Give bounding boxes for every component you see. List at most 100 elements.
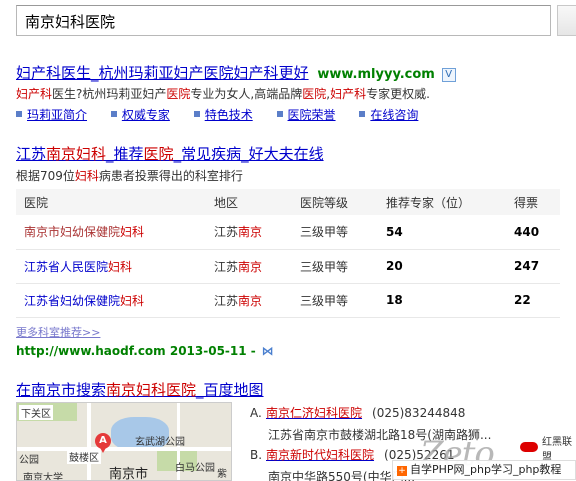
map-road	[87, 403, 91, 480]
hospital-part: 妇科	[120, 293, 145, 308]
map-label: 白马公园	[175, 463, 215, 474]
search-input[interactable]: 南京妇科医院	[16, 5, 551, 36]
title-part: 妇产科	[233, 64, 279, 82]
name-part: 妇科医院	[314, 406, 363, 420]
region-part: 南京	[238, 293, 263, 308]
bullet-icon	[193, 111, 200, 117]
result1-url: www.mlyyy.com	[317, 67, 435, 82]
sitelink-label: 医院荣誉	[287, 108, 336, 122]
table-row: 江苏省人民医院妇科 江苏南京 三级甲等 20 247	[16, 249, 560, 284]
map-pin-icon[interactable]: A	[95, 433, 111, 453]
votes: 22	[506, 283, 560, 318]
bullet-icon	[359, 111, 366, 117]
title-part: _常见疾病_好大夫在线	[173, 145, 324, 163]
map-road	[17, 447, 231, 451]
col-region: 地区	[206, 189, 292, 215]
title-part: 医院	[203, 64, 234, 82]
title-part: 南京妇科	[46, 145, 107, 163]
level: 三级甲等	[292, 249, 378, 284]
experts: 20	[378, 249, 506, 284]
votes: 247	[506, 249, 560, 284]
map-label: 公园	[19, 455, 39, 466]
sub-part: 根据709位	[16, 169, 75, 183]
verified-icon[interactable]: V	[441, 68, 456, 82]
result3-title[interactable]: 在南京市搜索南京妇科医院_百度地图	[16, 379, 264, 400]
sitelink-label: 权威专家	[121, 108, 170, 122]
watermark-bar: + 自学PHP网_php学习_php教程	[392, 460, 576, 480]
result1-sitelinks: 玛莉亚简介 权威专家 特色技术 医院荣誉 在线咨询	[16, 106, 438, 123]
hospital-name[interactable]: 南京市妇幼保健院妇科	[16, 215, 206, 250]
desc-part: 妇产科	[330, 87, 367, 101]
title-part: _推荐	[106, 145, 144, 163]
experts: 54	[378, 215, 506, 250]
map-label: 南京市	[109, 467, 149, 481]
table-header-row: 医院 地区 医院等级 推荐专家（位） 得票	[16, 189, 560, 215]
desc-part: 专家更权威.	[366, 87, 430, 101]
title-part: 医生_杭州玛莉亚妇产	[61, 64, 204, 82]
hospital-part: 南京市妇幼保健院	[24, 225, 121, 240]
watermark: Zeto 红黑联盟 + 自学PHP网_php学习_php教程	[392, 430, 576, 481]
url-text: http://www.haodf.com 2013-05-11 -	[16, 344, 256, 358]
location-letter: B.	[250, 448, 263, 462]
search-button[interactable]	[557, 5, 576, 36]
desc-part: 医院	[302, 87, 327, 101]
region-part: 南京	[238, 259, 263, 274]
hospital-name[interactable]: 江苏省人民医院妇科	[16, 249, 206, 284]
desc-part: 医生?杭州玛莉亚妇产	[52, 87, 167, 101]
name-part: 妇科医院	[326, 448, 375, 462]
result2-subtitle: 根据709位妇科病患者投票得出的科室排行	[16, 167, 243, 184]
result2-title[interactable]: 江苏南京妇科_推荐医院_常见疾病_好大夫在线	[16, 143, 324, 164]
sitelink[interactable]: 医院荣誉	[276, 108, 336, 122]
title-part: 在南京市搜索	[16, 381, 107, 399]
more-departments-link[interactable]: 更多科室推荐>>	[16, 324, 100, 340]
hospital-part: 妇科	[108, 259, 133, 274]
region: 江苏南京	[206, 249, 292, 284]
hospital-name[interactable]: 江苏省妇幼保健院妇科	[16, 283, 206, 318]
region-part: 江苏	[214, 259, 239, 274]
col-level: 医院等级	[292, 189, 378, 215]
title-part: 江苏	[16, 145, 47, 163]
col-votes: 得票	[506, 189, 560, 215]
sitelink[interactable]: 特色技术	[193, 108, 253, 122]
title-part: 妇产科	[16, 64, 62, 82]
name-part: 南京新时代	[266, 448, 327, 462]
result1-description: 妇产科医生?杭州玛莉亚妇产医院专业为女人,高端品牌医院,妇产科专家更权威.	[16, 85, 430, 102]
level: 三级甲等	[292, 215, 378, 250]
table-row: 江苏省妇幼保健院妇科 江苏南京 三级甲等 18 22	[16, 283, 560, 318]
sitelink[interactable]: 玛莉亚简介	[16, 108, 87, 122]
votes: 440	[506, 215, 560, 250]
map-label: 紫	[217, 469, 227, 480]
map-thumbnail[interactable]: 下关区 玄武湖公园 公园 鼓楼区 白马公园 南京市 南京大学 紫 A	[16, 402, 232, 481]
result1-title[interactable]: 妇产科医生_杭州玛莉亚妇产医院妇产科更好 www.mlyyy.com V	[16, 62, 456, 83]
experts: 18	[378, 283, 506, 318]
map-label: 下关区	[19, 405, 53, 420]
sitelink-label: 在线咨询	[370, 108, 419, 122]
region-part: 江苏	[214, 225, 239, 240]
location-name[interactable]: 南京仁济妇科医院	[266, 406, 362, 420]
sitelink-label: 玛莉亚简介	[27, 108, 88, 122]
hospital-part: 妇科	[120, 225, 145, 240]
share-icon[interactable]: ⋈	[262, 344, 274, 358]
title-part: _百度地图	[196, 381, 264, 399]
hospital-part: 江苏省妇幼保健院	[24, 293, 121, 308]
sitelink[interactable]: 权威专家	[110, 108, 170, 122]
bullet-icon	[16, 111, 22, 117]
region-part: 南京	[238, 225, 263, 240]
plus-icon: +	[397, 466, 407, 476]
level: 三级甲等	[292, 283, 378, 318]
title-part: 南京妇科医院	[106, 381, 197, 399]
hospital-part: 江苏省人民医院	[24, 259, 109, 274]
title-part: 更好	[278, 64, 309, 82]
location-name[interactable]: 南京新时代妇科医院	[266, 448, 374, 462]
bullet-icon	[110, 111, 117, 117]
region: 江苏南京	[206, 283, 292, 318]
location-phone: (025)83244848	[372, 406, 466, 420]
region: 江苏南京	[206, 215, 292, 250]
desc-part: 妇产科	[16, 87, 53, 101]
desc-part: 医院	[166, 87, 191, 101]
result2-url: http://www.haodf.com 2013-05-11 - ⋈	[16, 344, 274, 358]
watermark-bar-text: 自学PHP网_php学习_php教程	[410, 463, 562, 476]
sub-part: 病患者投票得出的科室排行	[98, 169, 243, 183]
hospital-ranking-table: 医院 地区 医院等级 推荐专家（位） 得票 南京市妇幼保健院妇科 江苏南京 三级…	[16, 189, 560, 318]
sitelink[interactable]: 在线咨询	[359, 108, 418, 122]
